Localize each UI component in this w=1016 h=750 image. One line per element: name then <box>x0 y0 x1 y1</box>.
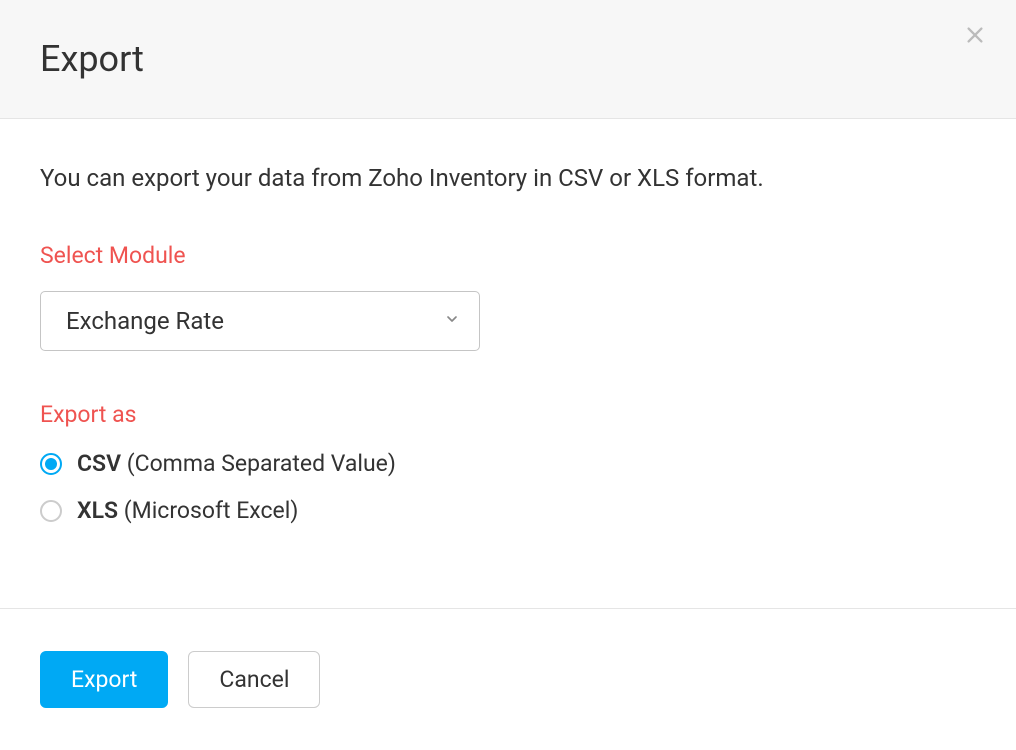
module-select[interactable]: Exchange Rate <box>40 291 480 351</box>
close-icon[interactable] <box>964 22 986 52</box>
radio-label-csv: CSV (Comma Separated Value) <box>77 450 396 477</box>
dialog-body: You can export your data from Zoho Inven… <box>0 119 1016 608</box>
export-dialog: Export You can export your data from Zoh… <box>0 0 1016 750</box>
radio-indicator <box>40 453 62 475</box>
cancel-button[interactable]: Cancel <box>188 651 320 708</box>
select-module-label: Select Module <box>40 242 976 269</box>
export-description: You can export your data from Zoho Inven… <box>40 164 976 192</box>
export-format-radio-group: CSV (Comma Separated Value) XLS (Microso… <box>40 450 976 524</box>
radio-option-xls[interactable]: XLS (Microsoft Excel) <box>40 497 976 524</box>
radio-option-csv[interactable]: CSV (Comma Separated Value) <box>40 450 976 477</box>
dialog-footer: Export Cancel <box>0 608 1016 750</box>
radio-label-xls: XLS (Microsoft Excel) <box>77 497 298 524</box>
dialog-header: Export <box>0 0 1016 119</box>
dialog-title: Export <box>40 38 144 80</box>
export-button[interactable]: Export <box>40 651 168 708</box>
export-as-label: Export as <box>40 401 976 428</box>
radio-indicator <box>40 500 62 522</box>
module-select-value: Exchange Rate <box>66 307 224 335</box>
